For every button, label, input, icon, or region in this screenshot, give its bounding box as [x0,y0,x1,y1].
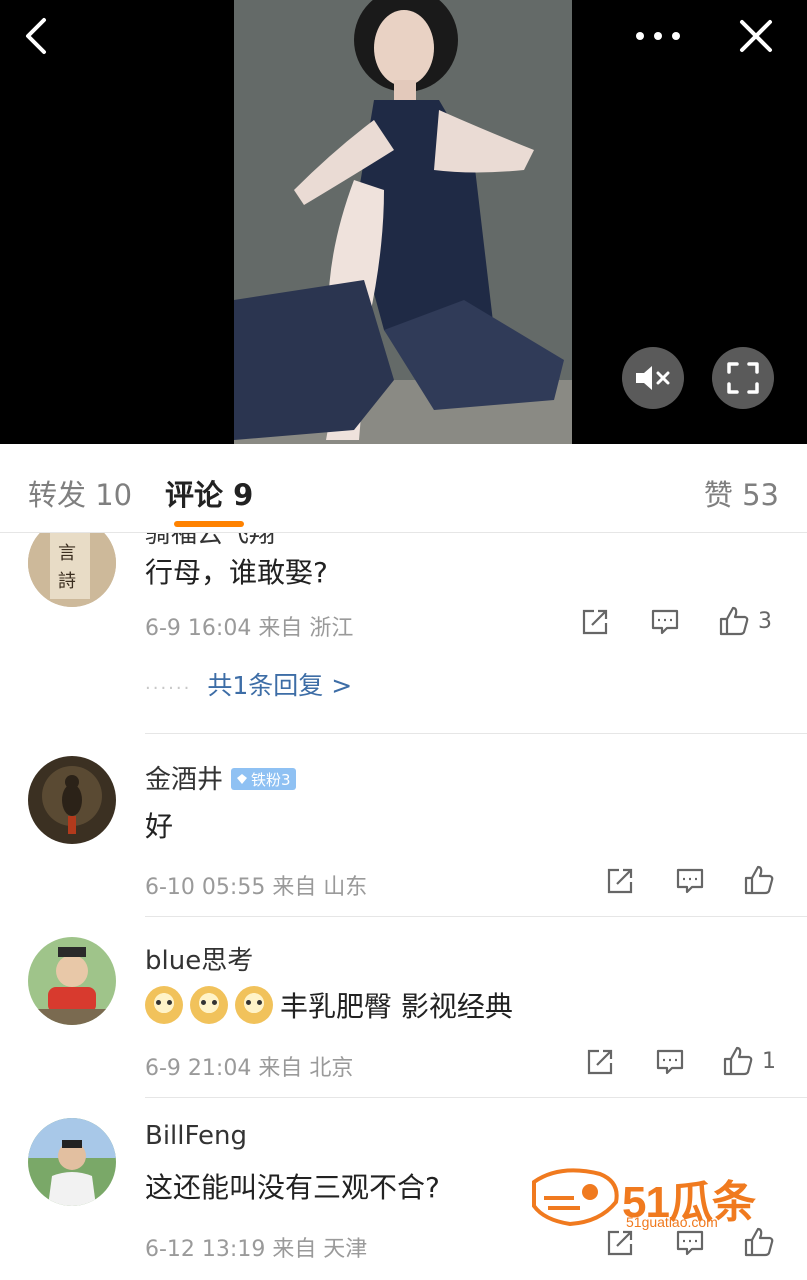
divider [145,733,807,734]
comment-icon [656,1049,684,1075]
more-dots-icon [636,32,680,40]
fullscreen-icon [727,362,759,394]
tab-bar: 转发 10 评论 9 赞 53 [0,444,807,533]
watermark: 51瓜条 51guatiao.com [530,1162,780,1232]
svg-text:詩: 詩 [58,571,76,592]
watermark-logo-icon [532,1168,619,1227]
video-frame[interactable] [234,0,572,444]
avatar[interactable]: 言 詩 [28,533,116,607]
fullscreen-button[interactable] [712,347,774,409]
reply-button[interactable] [655,1047,685,1077]
doge-emoji-icon [145,986,183,1024]
back-button[interactable] [12,14,60,58]
comment-meta: 6-9 21:04 来自 北京 [145,1056,354,1081]
video-player[interactable] [0,0,807,444]
tab-like[interactable]: 赞 53 [704,472,779,514]
like-button[interactable]: 1 [722,1045,776,1077]
comment-icon [676,868,704,894]
more-button[interactable] [634,14,682,58]
close-button[interactable] [732,14,780,58]
doge-emoji-icon [190,986,228,1024]
replies-text: 共1条回复 > [207,671,353,700]
reply-button[interactable] [650,607,680,637]
avatar-image [28,1118,116,1206]
reply-button[interactable] [675,866,705,896]
share-button[interactable] [580,607,610,637]
tab-comment[interactable]: 评论 9 [165,472,253,514]
close-icon [740,20,772,52]
comment-icon [676,1230,704,1256]
thumbs-up-icon [719,606,749,636]
avatar[interactable] [28,756,116,844]
avatar[interactable] [28,937,116,1025]
dots-icon: ······ [145,678,192,699]
diamond-icon [237,774,248,784]
comment-text: 行母，谁敢娶? [145,556,328,589]
share-icon [582,609,608,635]
comment-text: 丰乳肥臀 影视经典 [145,985,513,1025]
divider [145,916,807,917]
comment-text-content: 丰乳肥臀 影视经典 [280,990,513,1023]
share-icon [607,868,633,894]
doge-emoji-icon [235,986,273,1024]
chevron-left-icon [26,18,46,54]
share-icon [587,1049,613,1075]
avatar-image [28,937,116,1025]
mute-button[interactable] [622,347,684,409]
comment-username[interactable]: BillFeng [145,1121,247,1151]
comment-meta: 6-9 16:04 来自 浙江 [145,616,354,641]
tab-repost[interactable]: 转发 10 [28,472,132,514]
watermark-url: 51guatiao.com [626,1214,718,1230]
fan-badge[interactable]: 铁粉3 [231,768,296,790]
comment-icon [651,609,679,635]
username-text: 金酒井 [145,765,224,795]
share-button[interactable] [605,1228,635,1258]
like-count: 3 [758,608,772,634]
share-icon [607,1230,633,1256]
svg-text:言: 言 [58,543,76,564]
avatar[interactable] [28,1118,116,1206]
speaker-muted-icon [636,366,670,390]
like-button[interactable]: 3 [718,605,772,637]
avatar-image [28,756,116,844]
badge-label: 铁粉3 [251,770,291,789]
share-button[interactable] [585,1047,615,1077]
comment-username[interactable]: 骑福云飞翔 [145,533,275,550]
comment-meta: 6-10 05:55 来自 山东 [145,875,368,900]
divider [145,1097,807,1098]
comment-username[interactable]: 金酒井 铁粉3 [145,759,296,796]
thumbs-up-icon [744,865,774,895]
like-button[interactable] [743,864,783,896]
like-count: 1 [762,1048,776,1074]
comment-text: 这还能叫没有三观不合? [145,1171,440,1204]
comment-meta: 6-12 13:19 来自 天津 [145,1237,368,1262]
reply-button[interactable] [675,1228,705,1258]
avatar-image: 言 詩 [28,533,116,607]
view-replies-link[interactable]: ······ 共1条回复 > [145,666,352,702]
active-tab-indicator [174,521,244,527]
thumbs-up-icon [723,1046,753,1076]
comment-username[interactable]: blue思考 [145,940,253,977]
comment-text: 好 [145,810,174,843]
share-button[interactable] [605,866,635,896]
